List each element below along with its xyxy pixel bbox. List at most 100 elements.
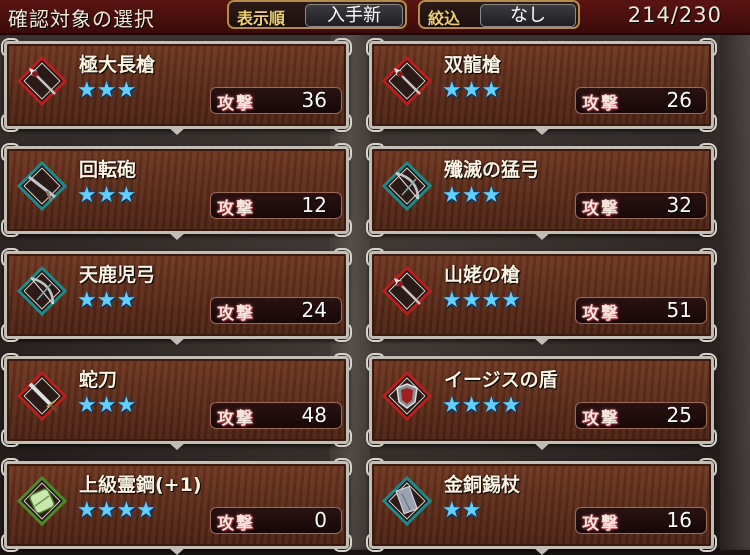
card-corner-ornament — [1, 143, 21, 163]
card-corner-ornament — [366, 353, 386, 373]
card-corner-ornament — [366, 217, 386, 237]
card-corner-ornament — [332, 322, 352, 342]
attack-box: 攻撃 12 — [210, 192, 342, 219]
item-rarity-stars: ★★★ — [442, 78, 502, 103]
header-bar: 確認対象の選択 表示順 入手新 絞込 なし 214/230 — [0, 0, 750, 35]
filter-label: 絞込 — [428, 9, 461, 28]
card-bottom-ornament — [532, 232, 551, 240]
filter-value: なし — [480, 4, 576, 27]
item-card[interactable]: 上級霊鋼(+1) ★★★★ 攻撃 0 — [1, 458, 352, 555]
card-corner-ornament — [366, 532, 386, 552]
card-corner-ornament — [697, 458, 717, 478]
card-corner-ornament — [332, 532, 352, 552]
item-card[interactable]: 回転砲 ★★★ 攻撃 12 — [1, 143, 352, 240]
attack-box: 攻撃 51 — [575, 297, 707, 324]
attack-label: 攻撃 — [582, 514, 620, 534]
shield-icon — [382, 371, 432, 421]
item-card[interactable]: 極大長槍 ★★★ 攻撃 36 — [1, 38, 352, 135]
card-corner-ornament — [366, 143, 386, 163]
card-corner-ornament — [697, 112, 717, 132]
attack-box: 攻撃 48 — [210, 402, 342, 429]
card-corner-ornament — [332, 427, 352, 447]
card-bottom-ornament — [167, 337, 186, 345]
item-name: 金銅錫杖 — [444, 474, 521, 496]
item-rarity-stars: ★★★★ — [442, 288, 521, 313]
card-bottom-ornament — [167, 127, 186, 135]
gun-icon — [17, 161, 67, 211]
card-corner-ornament — [1, 353, 21, 373]
sort-order-button[interactable]: 表示順 入手新 — [227, 0, 407, 29]
spear-icon — [17, 56, 67, 106]
item-rarity-stars: ★★★★ — [77, 498, 156, 523]
card-corner-ornament — [366, 248, 386, 268]
card-corner-ornament — [697, 427, 717, 447]
attack-value: 25 — [666, 403, 692, 427]
attack-value: 51 — [666, 298, 692, 322]
card-corner-ornament — [332, 458, 352, 478]
card-corner-ornament — [697, 353, 717, 373]
item-card[interactable]: イージスの盾 ★★★★ 攻撃 25 — [366, 353, 717, 450]
attack-value: 36 — [301, 88, 327, 112]
item-rarity-stars: ★★★ — [77, 288, 137, 313]
item-card[interactable]: 殲滅の猛弓 ★★★ 攻撃 32 — [366, 143, 717, 240]
attack-box: 攻撃 32 — [575, 192, 707, 219]
card-corner-ornament — [697, 532, 717, 552]
spear-icon — [382, 266, 432, 316]
bow-icon — [17, 266, 67, 316]
item-rarity-stars: ★★★ — [77, 78, 137, 103]
item-name: 蛇刀 — [79, 369, 118, 391]
card-corner-ornament — [366, 458, 386, 478]
item-name: 山姥の槍 — [444, 264, 521, 286]
card-corner-ornament — [1, 322, 21, 342]
item-count: 214/230 — [627, 3, 722, 27]
card-corner-ornament — [332, 353, 352, 373]
card-corner-ornament — [332, 38, 352, 58]
item-rarity-stars: ★★★ — [442, 183, 502, 208]
card-corner-ornament — [1, 248, 21, 268]
attack-label: 攻撃 — [582, 199, 620, 219]
ore-icon — [17, 476, 67, 526]
card-corner-ornament — [1, 112, 21, 132]
attack-box: 攻撃 25 — [575, 402, 707, 429]
sort-order-label: 表示順 — [237, 9, 286, 28]
attack-label: 攻撃 — [217, 409, 255, 429]
bow-icon — [382, 161, 432, 211]
attack-box: 攻撃 16 — [575, 507, 707, 534]
card-corner-ornament — [1, 532, 21, 552]
item-card[interactable]: 蛇刀 ★★★ 攻撃 48 — [1, 353, 352, 450]
staff-icon — [382, 476, 432, 526]
card-bottom-ornament — [532, 337, 551, 345]
spear-icon — [382, 56, 432, 106]
card-corner-ornament — [332, 217, 352, 237]
card-corner-ornament — [366, 427, 386, 447]
card-corner-ornament — [1, 217, 21, 237]
attack-label: 攻撃 — [217, 304, 255, 324]
card-bottom-ornament — [167, 442, 186, 450]
card-corner-ornament — [332, 248, 352, 268]
attack-box: 攻撃 24 — [210, 297, 342, 324]
item-name: 極大長槍 — [79, 54, 156, 76]
card-bottom-ornament — [167, 547, 186, 555]
card-corner-ornament — [1, 427, 21, 447]
item-name: イージスの盾 — [444, 369, 558, 391]
item-card[interactable]: 双龍槍 ★★★ 攻撃 26 — [366, 38, 717, 135]
item-name: 双龍槍 — [444, 54, 502, 76]
item-name: 上級霊鋼(+1) — [79, 474, 202, 496]
item-card[interactable]: 天鹿児弓 ★★★ 攻撃 24 — [1, 248, 352, 345]
card-corner-ornament — [697, 217, 717, 237]
card-bottom-ornament — [167, 232, 186, 240]
attack-label: 攻撃 — [582, 94, 620, 114]
card-bottom-ornament — [532, 127, 551, 135]
card-corner-ornament — [332, 112, 352, 132]
item-card[interactable]: 金銅錫杖 ★★ 攻撃 16 — [366, 458, 717, 555]
attack-label: 攻撃 — [582, 409, 620, 429]
item-card[interactable]: 山姥の槍 ★★★★ 攻撃 51 — [366, 248, 717, 345]
attack-label: 攻撃 — [217, 94, 255, 114]
attack-value: 24 — [301, 298, 327, 322]
filter-button[interactable]: 絞込 なし — [418, 0, 580, 29]
attack-box: 攻撃 36 — [210, 87, 342, 114]
item-name: 天鹿児弓 — [79, 264, 156, 286]
attack-label: 攻撃 — [217, 514, 255, 534]
attack-value: 32 — [666, 193, 692, 217]
attack-value: 26 — [666, 88, 692, 112]
